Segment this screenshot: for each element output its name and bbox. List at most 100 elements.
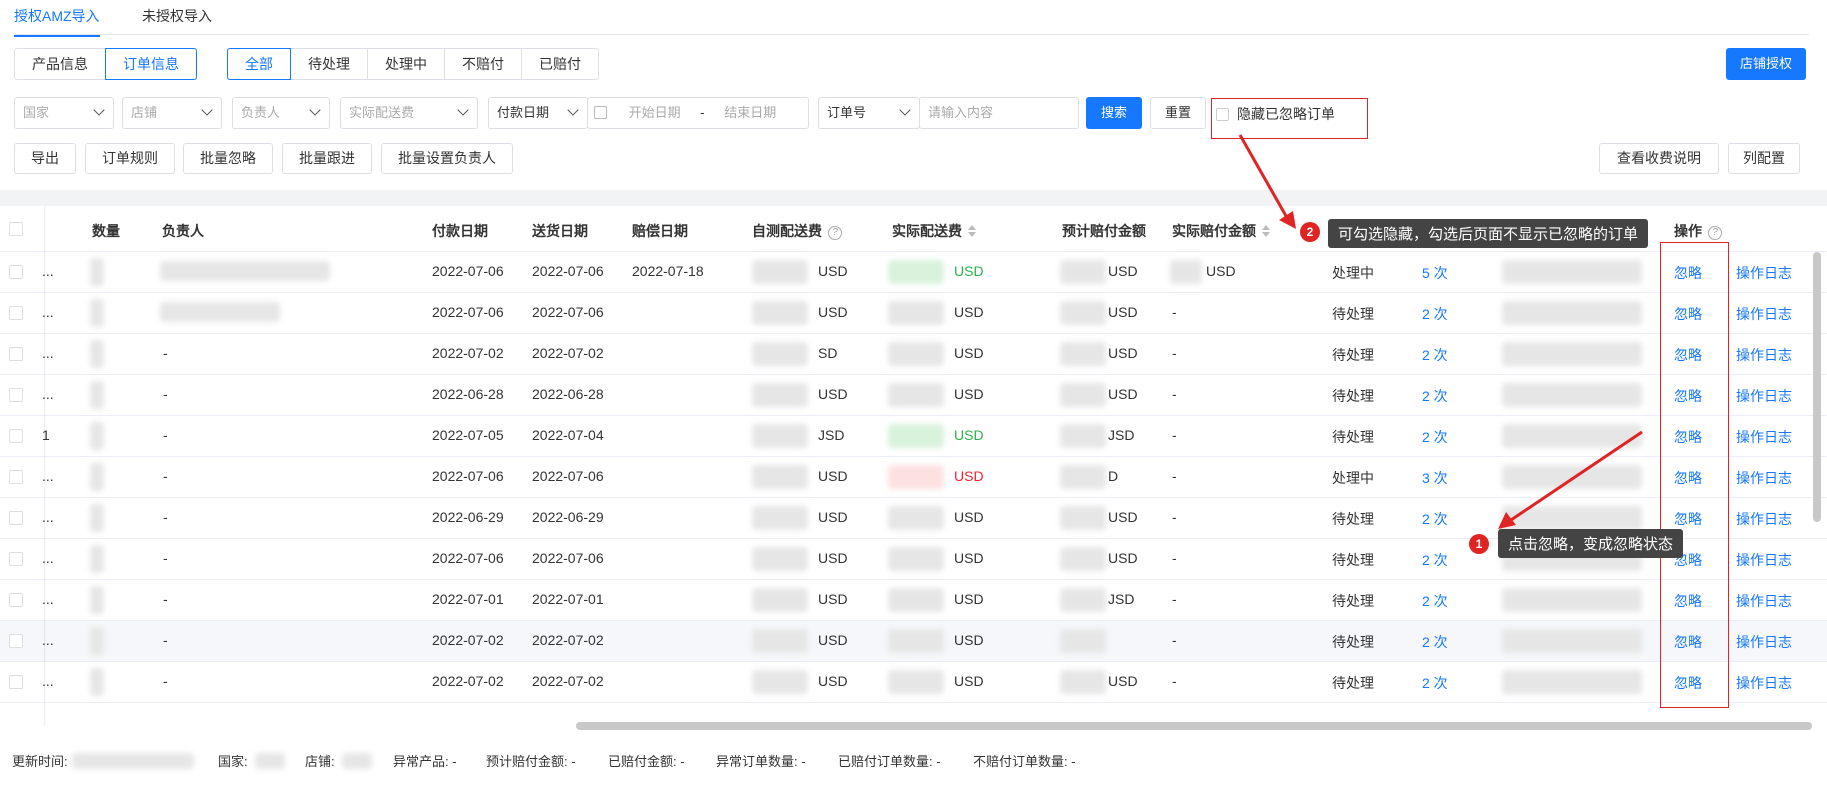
- row-follow-count[interactable]: 2 次: [1422, 632, 1448, 652]
- toggle-order-info[interactable]: 订单信息: [105, 48, 197, 80]
- shop-select[interactable]: 店铺: [122, 97, 222, 129]
- status-processing[interactable]: 处理中: [367, 48, 445, 80]
- vertical-scrollbar[interactable]: [1813, 252, 1821, 522]
- row-checkbox[interactable]: [9, 347, 23, 361]
- row-owner: -: [163, 386, 168, 402]
- row-est-fee: SD: [818, 345, 838, 361]
- owner-select-label: 负责人: [241, 105, 281, 120]
- search-button[interactable]: 搜索: [1086, 97, 1142, 129]
- status-paid[interactable]: 已赔付: [521, 48, 599, 80]
- search-input[interactable]: 请输入内容: [919, 97, 1079, 129]
- tab-authorized-amz[interactable]: 授权AMZ导入: [14, 6, 100, 37]
- operation-log-link[interactable]: 操作日志: [1736, 632, 1792, 652]
- operation-log-link[interactable]: 操作日志: [1736, 591, 1792, 611]
- operation-log-link[interactable]: 操作日志: [1736, 263, 1792, 283]
- operation-log-link[interactable]: 操作日志: [1736, 550, 1792, 570]
- batch-ignore-button[interactable]: 批量忽略: [183, 143, 273, 174]
- owner-select[interactable]: 负责人: [232, 97, 330, 129]
- redacted-value: [752, 506, 808, 530]
- col-ops-label: 操作: [1674, 223, 1702, 239]
- row-actual-comp: -: [1172, 632, 1177, 648]
- horizontal-scrollbar[interactable]: [576, 722, 1812, 730]
- row-checkbox[interactable]: [9, 675, 23, 689]
- row-checkbox[interactable]: [9, 470, 23, 484]
- row-pay-date: 2022-07-05: [432, 427, 504, 443]
- row-checkbox[interactable]: [9, 593, 23, 607]
- operation-log-link[interactable]: 操作日志: [1736, 345, 1792, 365]
- batch-follow-button[interactable]: 批量跟进: [282, 143, 372, 174]
- help-icon[interactable]: ?: [828, 226, 842, 240]
- redacted-value: [888, 506, 944, 530]
- row-checkbox[interactable]: [9, 265, 23, 279]
- export-button[interactable]: 导出: [14, 143, 76, 174]
- actual-shipping-select[interactable]: 实际配送费: [340, 97, 478, 129]
- operation-log-link[interactable]: 操作日志: [1736, 509, 1792, 529]
- row-checkbox[interactable]: [9, 306, 23, 320]
- row-actual-fee: USD: [954, 345, 984, 361]
- redacted-value: [90, 299, 104, 327]
- sort-icon[interactable]: [968, 225, 976, 237]
- pay-date-type-select[interactable]: 付款日期: [488, 97, 588, 129]
- tab-unauthorized[interactable]: 未授权导入: [142, 6, 212, 35]
- row-owner: -: [163, 345, 168, 361]
- redacted-value: [1502, 629, 1642, 653]
- status-no-comp[interactable]: 不赔付: [444, 48, 522, 80]
- column-config-button[interactable]: 列配置: [1728, 143, 1800, 174]
- operation-log-link[interactable]: 操作日志: [1736, 386, 1792, 406]
- order-no-select[interactable]: 订单号: [818, 97, 920, 129]
- status-pending[interactable]: 待处理: [290, 48, 368, 80]
- row-checkbox[interactable]: [9, 634, 23, 648]
- row-checkbox[interactable]: [9, 429, 23, 443]
- operation-log-link[interactable]: 操作日志: [1736, 468, 1792, 488]
- chevron-down-icon: [567, 104, 579, 116]
- redacted-value: [90, 586, 104, 614]
- row-follow-count[interactable]: 2 次: [1422, 591, 1448, 611]
- row-checkbox[interactable]: [9, 388, 23, 402]
- shop-select-label: 店铺: [131, 105, 158, 120]
- shop-auth-button[interactable]: 店铺授权: [1726, 48, 1806, 80]
- redacted-value: [90, 545, 104, 573]
- fixed-column-shadow: [44, 206, 46, 726]
- batch-set-owner-button[interactable]: 批量设置负责人: [381, 143, 513, 174]
- annotation-badge-1: 1: [1469, 534, 1489, 554]
- start-date-input[interactable]: 开始日期: [629, 105, 681, 120]
- help-icon[interactable]: ?: [1708, 226, 1722, 240]
- country-select[interactable]: 国家: [14, 97, 114, 129]
- status-all[interactable]: 全部: [227, 48, 291, 80]
- row-actual-comp: -: [1172, 427, 1177, 443]
- row-est-comp: USD: [1108, 304, 1138, 320]
- operation-log-link[interactable]: 操作日志: [1736, 304, 1792, 324]
- row-actual-comp: -: [1172, 673, 1177, 689]
- row-actual-comp: -: [1172, 386, 1177, 402]
- redacted-value: [1060, 465, 1106, 489]
- select-all-checkbox[interactable]: [9, 222, 23, 236]
- toggle-product-info[interactable]: 产品信息: [14, 48, 106, 80]
- redacted-value: [888, 588, 944, 612]
- redacted-value: [888, 424, 944, 448]
- row-pay-date: 2022-07-02: [432, 345, 504, 361]
- reset-button[interactable]: 重置: [1150, 97, 1206, 129]
- redacted-value: [888, 260, 944, 284]
- row-est-comp: JSD: [1108, 591, 1135, 607]
- row-est-comp: USD: [1108, 673, 1138, 689]
- redacted-value: [752, 260, 808, 284]
- row-follow-count[interactable]: 2 次: [1422, 550, 1448, 570]
- redacted-value: [752, 383, 808, 407]
- date-range-picker[interactable]: 开始日期 - 结束日期: [587, 97, 809, 129]
- redacted-value: [888, 670, 944, 694]
- row-checkbox[interactable]: [9, 552, 23, 566]
- row-follow-count[interactable]: 2 次: [1422, 673, 1448, 693]
- footer-updated: 更新时间:: [12, 754, 68, 769]
- footer-abnormal-products: 异常产品: -: [393, 754, 457, 769]
- row-actual-fee: USD: [954, 550, 984, 566]
- row-status: 待处理: [1332, 634, 1374, 650]
- calendar-icon: [594, 106, 607, 119]
- order-rules-button[interactable]: 订单规则: [85, 143, 175, 174]
- row-ship-date: 2022-07-06: [532, 550, 604, 566]
- end-date-input[interactable]: 结束日期: [724, 105, 776, 120]
- row-checkbox[interactable]: [9, 511, 23, 525]
- operation-log-link[interactable]: 操作日志: [1736, 427, 1792, 447]
- operation-log-link[interactable]: 操作日志: [1736, 673, 1792, 693]
- redacted-value: [90, 627, 104, 655]
- country-select-label: 国家: [23, 105, 50, 120]
